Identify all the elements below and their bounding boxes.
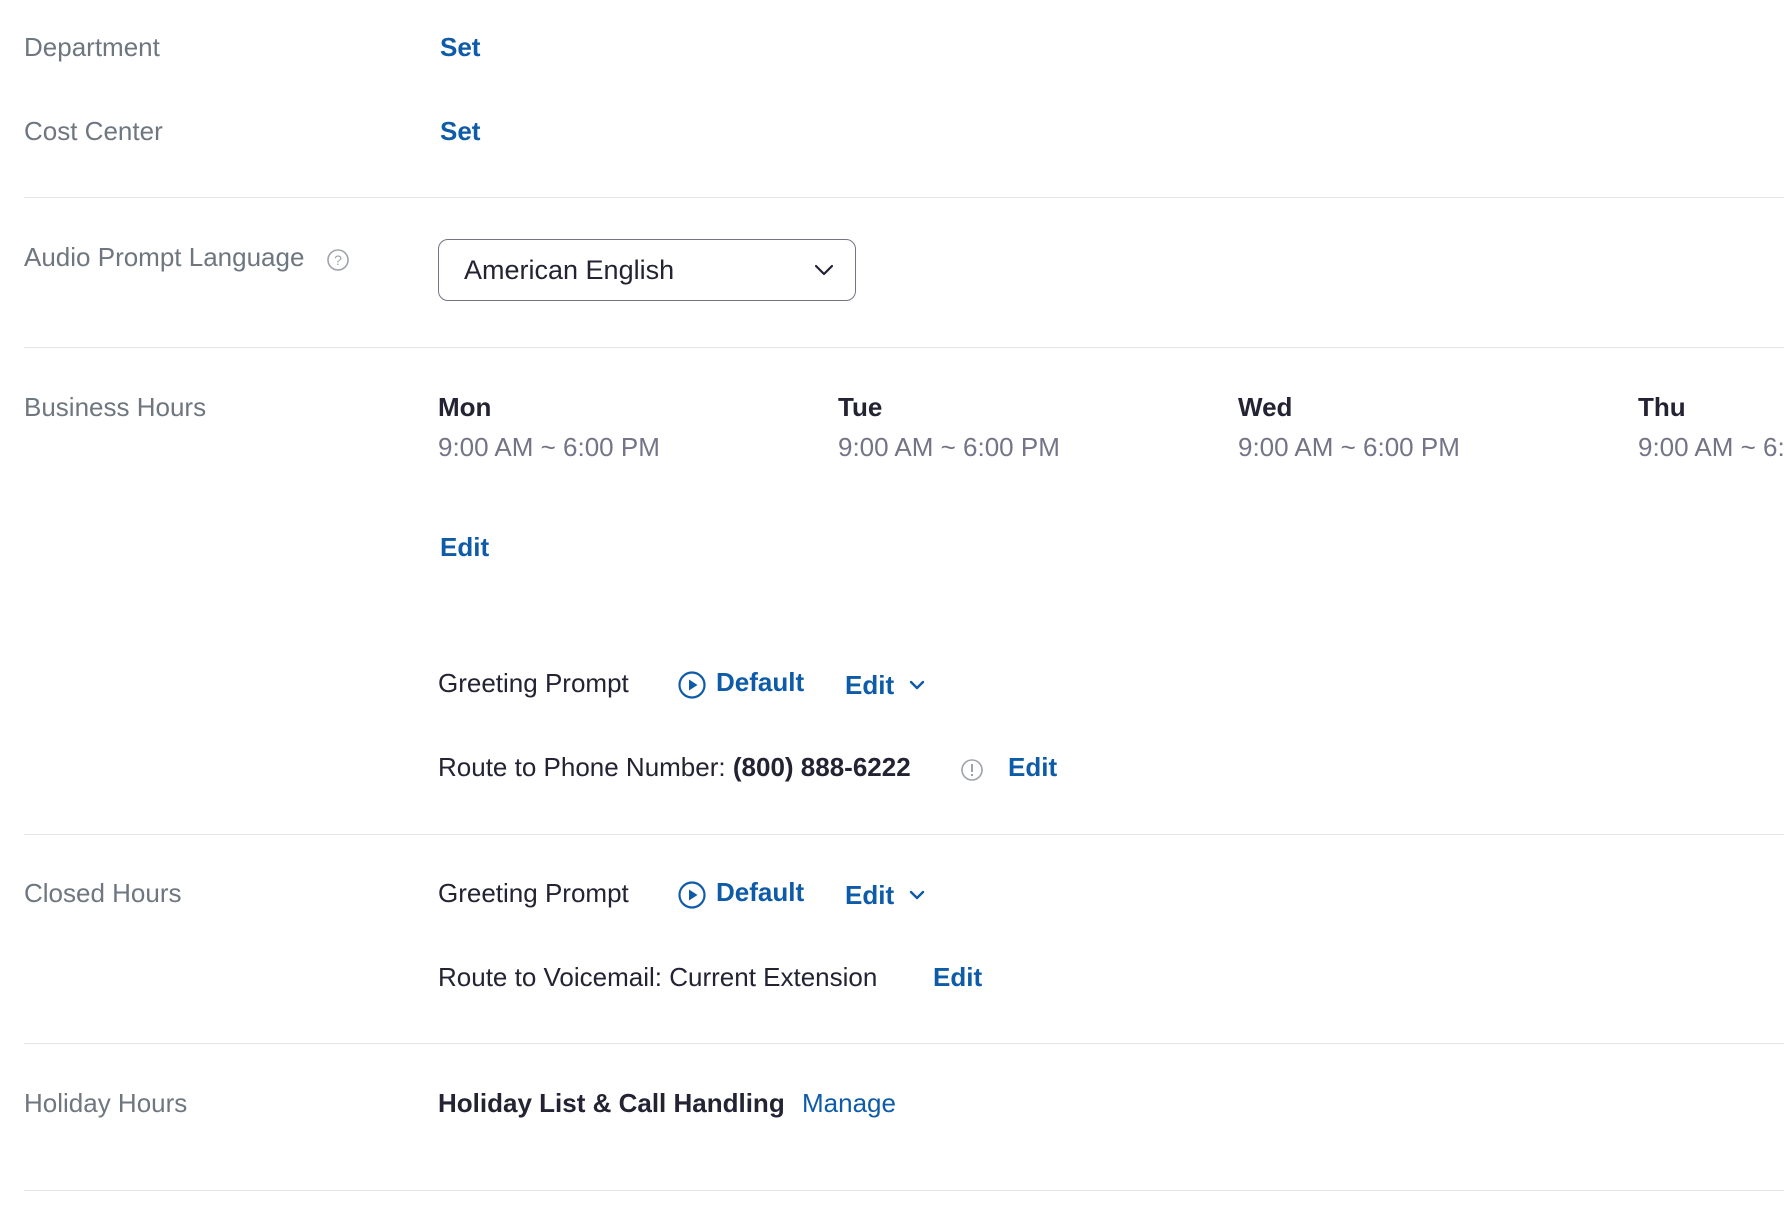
closed-hours-label: Closed Hours: [24, 878, 182, 908]
route-to-phone-label: Route to Phone Number: (800) 888-6222: [438, 752, 911, 783]
cost-center-set-link[interactable]: Set: [440, 116, 480, 147]
closed-greeting-edit-dropdown[interactable]: Edit: [845, 880, 894, 911]
chevron-down-icon: [814, 264, 834, 276]
divider: [24, 1043, 1784, 1044]
cost-center-label: Cost Center: [24, 116, 163, 146]
day-hours-mon: 9:00 AM ~ 6:00 PM: [438, 432, 660, 462]
closed-greeting-prompt-label: Greeting Prompt: [438, 878, 629, 908]
divider: [24, 1190, 1784, 1191]
business-hours-label: Business Hours: [24, 392, 207, 422]
day-name-tue: Tue: [838, 392, 883, 422]
department-set-link[interactable]: Set: [440, 32, 480, 63]
help-icon[interactable]: ?: [327, 249, 349, 271]
route-prefix: Route to Phone Number:: [438, 752, 726, 782]
department-label: Department: [24, 32, 160, 62]
closed-greeting-default-link[interactable]: Default: [716, 877, 804, 908]
day-hours-tue: 9:00 AM ~ 6:00 PM: [838, 432, 1060, 462]
day-hours-wed: 9:00 AM ~ 6:00 PM: [1238, 432, 1460, 462]
day-name-wed: Wed: [1238, 392, 1293, 422]
closed-route-edit-link[interactable]: Edit: [933, 962, 982, 993]
day-name-mon: Mon: [438, 392, 492, 422]
holiday-list-label: Holiday List & Call Handling: [438, 1088, 785, 1118]
greeting-edit-dropdown[interactable]: Edit: [845, 670, 894, 701]
chevron-down-icon[interactable]: [908, 678, 926, 692]
select-value: American English: [464, 255, 675, 285]
audio-prompt-language-select[interactable]: American English: [438, 239, 856, 301]
divider: [24, 347, 1784, 348]
business-hours-edit-link[interactable]: Edit: [440, 532, 489, 563]
holiday-hours-label: Holiday Hours: [24, 1088, 188, 1118]
divider: [24, 197, 1784, 198]
greeting-default-link[interactable]: Default: [716, 667, 804, 698]
info-icon[interactable]: [961, 759, 983, 781]
route-phone-number: (800) 888-6222: [732, 752, 911, 782]
day-hours-thu: 9:00 AM ~ 6:00 PM: [1638, 432, 1784, 462]
play-icon[interactable]: [677, 880, 707, 910]
greeting-prompt-label: Greeting Prompt: [438, 668, 629, 698]
route-to-voicemail-label: Route to Voicemail: Current Extension: [438, 962, 878, 992]
svg-text:?: ?: [334, 252, 342, 268]
play-icon[interactable]: [677, 670, 707, 700]
holiday-manage-link[interactable]: Manage: [802, 1088, 896, 1119]
route-edit-link[interactable]: Edit: [1008, 752, 1057, 783]
divider: [24, 834, 1784, 835]
thu-hours-clip: 9:00 AM ~ 6:00 PM: [1638, 385, 1784, 465]
audio-prompt-label: Audio Prompt Language: [24, 242, 305, 272]
chevron-down-icon[interactable]: [908, 888, 926, 902]
